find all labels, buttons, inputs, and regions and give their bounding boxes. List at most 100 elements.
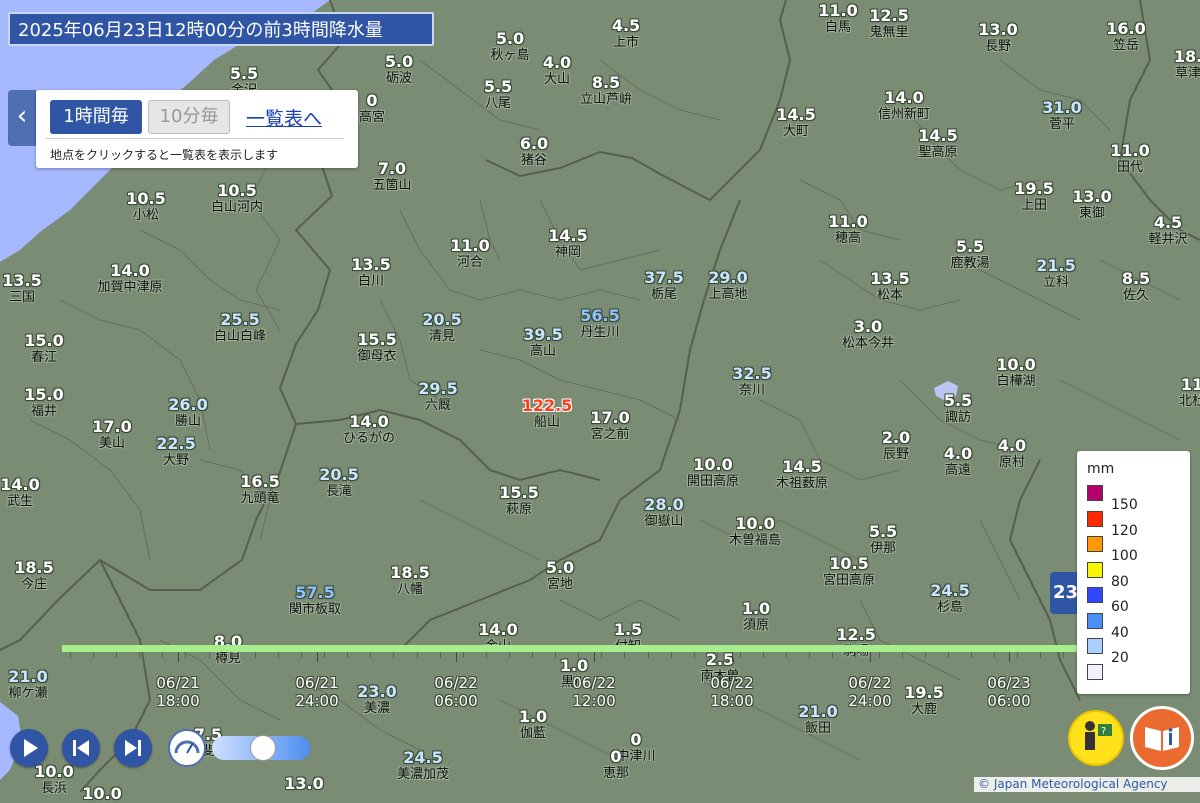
station-marker[interactable]: 17.0 宮之前 [590, 409, 629, 443]
station-marker[interactable]: 29.5 六厩 [418, 380, 457, 414]
station-marker[interactable]: 28.0 御嶽山 [644, 496, 683, 530]
timeline-label[interactable]: 06/22 24:00 [848, 674, 891, 710]
panel-collapse-button[interactable]: ‹ [8, 90, 36, 146]
station-marker[interactable]: 26.0 勝山 [168, 396, 207, 430]
station-marker[interactable]: 16.5 九頭竜 [240, 473, 279, 507]
station-marker[interactable]: 10.0 [82, 785, 121, 803]
station-marker[interactable]: 0 恵那 [603, 748, 629, 782]
timeline-label[interactable]: 06/22 18:00 [710, 674, 753, 710]
station-marker[interactable]: 14.0 武生 [0, 476, 39, 510]
station-marker[interactable]: 14.0 信州新町 [878, 89, 930, 123]
station-marker[interactable]: 11.0 田代 [1110, 142, 1149, 176]
station-marker[interactable]: 18. 草津 [1174, 48, 1200, 82]
station-marker[interactable]: 16.0 笠岳 [1106, 20, 1145, 54]
station-marker[interactable]: 57.5 関市板取 [289, 584, 341, 618]
station-marker[interactable]: 21.5 立科 [1036, 257, 1075, 291]
speed-gauge-button[interactable] [168, 729, 206, 767]
station-marker[interactable]: 13.0 長野 [978, 21, 1017, 55]
station-marker[interactable]: 14.5 木祖薮原 [776, 458, 828, 492]
step-forward-button[interactable] [114, 729, 152, 767]
info-button[interactable] [1130, 706, 1194, 770]
station-marker[interactable]: 11.0 穂高 [828, 213, 867, 247]
speed-slider-thumb[interactable] [250, 735, 276, 761]
station-marker[interactable]: 10.0 長浜 [34, 763, 73, 797]
station-marker[interactable]: 15.0 福井 [24, 386, 63, 420]
station-marker[interactable]: 10.5 白山河内 [211, 182, 263, 216]
station-marker[interactable]: 15.0 春江 [24, 332, 63, 366]
station-marker[interactable]: 56.5 丹生川 [580, 307, 619, 341]
station-marker[interactable]: 14.5 聖高原 [918, 127, 957, 161]
station-marker[interactable]: 17.0 美山 [92, 418, 131, 452]
station-marker[interactable]: 14.5 神岡 [548, 227, 587, 261]
station-marker[interactable]: 13.5 松本 [870, 270, 909, 304]
station-marker[interactable]: 1.0 須原 [742, 600, 770, 634]
station-marker[interactable]: 11 北杜 [1179, 376, 1200, 410]
station-marker[interactable]: 29.0 上高地 [708, 269, 747, 303]
station-marker[interactable]: 10.5 宮田高原 [823, 555, 875, 589]
station-marker[interactable]: 11.0 河合 [450, 237, 489, 271]
station-marker[interactable]: 25.5 白山白峰 [214, 311, 266, 345]
ten-minute-button[interactable]: 10分毎 [148, 100, 230, 134]
station-marker[interactable]: 10.5 小松 [126, 190, 165, 224]
station-marker[interactable]: 18.5 今庄 [14, 559, 53, 593]
station-marker[interactable]: 22.5 大野 [156, 435, 195, 469]
station-marker[interactable]: 5.5 鹿教湯 [950, 238, 989, 272]
station-marker[interactable]: 39.5 高山 [523, 326, 562, 360]
station-marker[interactable]: 20.5 長滝 [319, 466, 358, 500]
timeline-label[interactable]: 06/22 12:00 [572, 674, 615, 710]
station-marker[interactable]: 11.0 白馬 [818, 2, 857, 36]
station-marker[interactable]: 5.5 伊那 [869, 523, 897, 557]
station-marker[interactable]: 21.0 飯田 [798, 703, 837, 737]
station-marker[interactable]: 5.5 八尾 [484, 78, 512, 112]
station-marker[interactable]: 4.0 原村 [998, 437, 1026, 471]
station-marker[interactable]: 19.5 上田 [1014, 180, 1053, 214]
station-marker[interactable]: 8.5 佐久 [1122, 270, 1150, 304]
station-marker[interactable]: 5.0 秋ヶ島 [490, 30, 529, 64]
station-marker[interactable]: 13.5 三国 [2, 272, 41, 306]
station-marker[interactable]: 20.5 清見 [422, 311, 461, 345]
station-marker[interactable]: 37.5 栃尾 [644, 269, 683, 303]
station-marker[interactable]: 7.0 五箇山 [372, 160, 411, 194]
station-marker[interactable]: 23.0 美濃 [357, 683, 396, 717]
station-marker[interactable]: 1.0 伽藍 [519, 708, 547, 742]
list-table-link[interactable]: 一覧表へ [246, 104, 322, 131]
station-marker[interactable]: 19.5 大鹿 [904, 684, 943, 718]
station-marker[interactable]: 15.5 萩原 [499, 484, 538, 518]
timeline-label[interactable]: 06/22 06:00 [434, 674, 477, 710]
station-marker[interactable]: 13.0 東御 [1072, 188, 1111, 222]
station-marker[interactable]: 24.5 杉島 [930, 582, 969, 616]
station-marker[interactable]: 14.5 大町 [776, 106, 815, 140]
station-marker[interactable]: 5.0 砺波 [385, 53, 413, 87]
step-back-button[interactable] [62, 729, 100, 767]
station-marker[interactable]: 4.0 大山 [543, 54, 571, 88]
station-marker[interactable]: 18.5 八幡 [390, 564, 429, 598]
station-marker[interactable]: 0 高宮 [359, 92, 385, 126]
station-marker[interactable]: 4.5 上市 [612, 17, 640, 51]
station-marker[interactable]: 5.5 諏訪 [944, 392, 972, 426]
station-marker[interactable]: 12.5 鬼無里 [869, 7, 908, 41]
station-marker[interactable]: 10.0 開田高原 [687, 456, 739, 490]
station-marker[interactable]: 13.0 [284, 775, 323, 793]
timeline-bar[interactable] [62, 645, 1082, 652]
station-marker[interactable]: 10.0 白樺湖 [996, 356, 1035, 390]
station-marker[interactable]: 14.0 加賀中津原 [97, 262, 162, 296]
help-button[interactable]: ? [1068, 710, 1124, 766]
timeline-label[interactable]: 06/21 18:00 [156, 674, 199, 710]
station-marker[interactable]: 6.0 猪谷 [520, 135, 548, 169]
station-marker[interactable]: 122.5 船山 [522, 397, 573, 431]
station-marker[interactable]: 15.5 御母衣 [357, 331, 396, 365]
station-marker[interactable]: 4.0 高遠 [944, 445, 972, 479]
station-marker[interactable]: 21.0 柳ケ瀬 [8, 668, 47, 702]
station-marker[interactable]: 31.0 菅平 [1042, 99, 1081, 133]
station-marker[interactable]: 13.5 白川 [351, 256, 390, 290]
station-marker[interactable]: 5.0 宮地 [546, 559, 574, 593]
station-marker[interactable]: 14.0 ひるがの [343, 413, 395, 447]
play-button[interactable] [10, 729, 48, 767]
station-marker[interactable]: 2.0 辰野 [882, 429, 910, 463]
timeline-label[interactable]: 06/21 24:00 [295, 674, 338, 710]
station-marker[interactable]: 8.5 立山芦峅 [580, 74, 632, 108]
station-marker[interactable]: 32.5 奈川 [732, 365, 771, 399]
hourly-button[interactable]: 1時間毎 [50, 100, 142, 134]
timeline-side-tab[interactable]: 23 [1050, 572, 1080, 614]
station-marker[interactable]: 10.0 木曽福島 [729, 515, 781, 549]
